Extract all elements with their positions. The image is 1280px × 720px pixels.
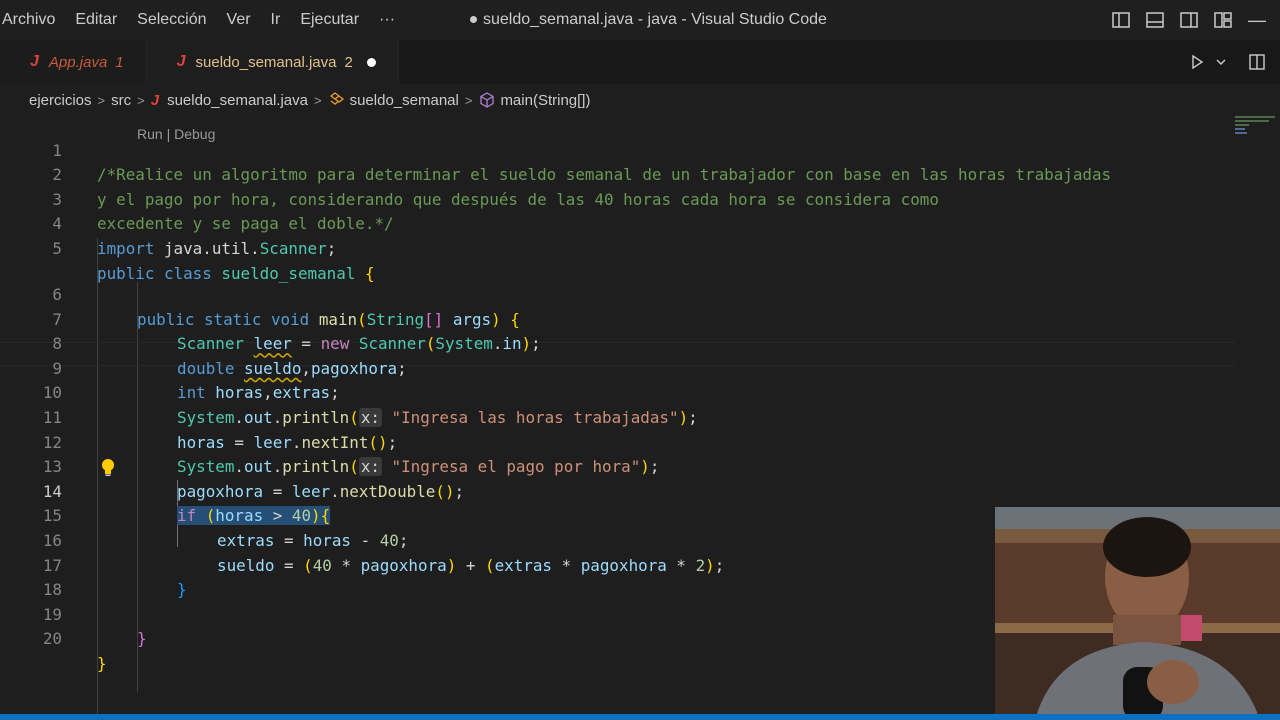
menu-ejecutar[interactable]: Ejecutar xyxy=(290,0,369,40)
code-line: 15 extras = horas - 40; xyxy=(0,480,1240,550)
minimap[interactable] xyxy=(1235,114,1280,144)
unsaved-dot-icon xyxy=(470,16,477,24)
problem-count: 2 xyxy=(344,53,353,71)
status-bar xyxy=(0,714,1280,720)
code-line: 8 double sueldo,pagoxhora; xyxy=(0,308,1240,378)
java-file-icon: J xyxy=(150,91,160,109)
code-line: 4 import java.util.Scanner; xyxy=(0,188,1240,258)
tab-app-java[interactable]: J App.java 1 xyxy=(0,40,147,84)
window-title: sueldo_semanal.java - java - Visual Stud… xyxy=(470,0,827,40)
window-title-text: sueldo_semanal.java - java - Visual Stud… xyxy=(483,11,827,28)
unsaved-changes-icon[interactable] xyxy=(366,57,376,67)
tab-label: App.java xyxy=(48,53,108,71)
code-line: 10 System.out.println(x: "Ingresa las ho… xyxy=(0,357,1240,428)
java-file-icon: J xyxy=(30,53,39,70)
toggle-panel-icon[interactable] xyxy=(1144,9,1166,31)
breadcrumb-file-label: sueldo_semanal.java xyxy=(167,91,308,109)
code-line: 12 System.out.println(x: "Ingresa el pag… xyxy=(0,406,1240,477)
breadcrumb-class-label: sueldo_semanal xyxy=(349,91,459,109)
split-editor-icon[interactable] xyxy=(1244,49,1270,75)
breadcrumb-folder-ejercicios[interactable]: ejercicios xyxy=(29,92,92,109)
codelens-run-debug[interactable]: Run | Debug xyxy=(137,124,215,144)
menu-ver[interactable]: Ver xyxy=(217,0,261,40)
problem-count: 1 xyxy=(115,53,124,71)
breadcrumb-class[interactable]: sueldo_semanal xyxy=(328,92,459,109)
lightbulb-icon[interactable] xyxy=(99,457,117,477)
line-number: 20 xyxy=(42,629,62,649)
breadcrumb: ejercicios > src > J sueldo_semanal.java… xyxy=(0,86,590,114)
chevron-right-icon: > xyxy=(314,92,322,108)
toggle-primary-sidebar-icon[interactable] xyxy=(1110,9,1132,31)
webcam-video-overlay xyxy=(995,507,1280,720)
code-line: 9 int horas,extras; xyxy=(0,332,1240,403)
chevron-right-icon: > xyxy=(137,92,145,108)
tab-label: sueldo_semanal.java xyxy=(195,53,337,71)
run-icon[interactable] xyxy=(1184,49,1210,75)
code-line: 6 public static void main(String[] args)… xyxy=(0,259,1240,329)
code-line: 5 public class sueldo_semanal { xyxy=(0,212,1240,283)
chevron-right-icon: > xyxy=(97,92,106,108)
menu-seleccion[interactable]: Selección xyxy=(127,0,216,40)
code-line-current: 14 if (horas > 40){ xyxy=(0,455,1240,526)
breadcrumb-folder-src[interactable]: src xyxy=(111,92,131,109)
minimize-button[interactable]: — xyxy=(1234,0,1280,40)
menu-archivo[interactable]: Archivo xyxy=(0,0,65,40)
breadcrumb-file[interactable]: J sueldo_semanal.java xyxy=(151,92,308,109)
toggle-secondary-sidebar-icon[interactable] xyxy=(1178,9,1200,31)
breadcrumb-method[interactable]: main(String[]) xyxy=(478,91,590,109)
menu-more[interactable]: ··· xyxy=(369,0,405,40)
line-content: } xyxy=(97,654,107,674)
menu-ir[interactable]: Ir xyxy=(261,0,291,40)
tab-sueldo-semanal-java[interactable]: J sueldo_semanal.java 2 xyxy=(146,40,399,84)
class-symbol-icon xyxy=(328,92,346,108)
chevron-right-icon: > xyxy=(464,92,473,108)
chevron-down-icon[interactable] xyxy=(1208,49,1234,75)
title-bar: Archivo Editar Selección Ver Ir Ejecutar… xyxy=(0,0,1280,40)
customize-layout-icon[interactable] xyxy=(1212,9,1234,31)
code-line: 3 excedente y se paga el doble.*/ xyxy=(0,163,1240,234)
breadcrumb-method-label: main(String[]) xyxy=(500,91,591,109)
method-symbol-icon xyxy=(478,91,496,109)
code-line: 13 pagoxhora = leer.nextDouble(); xyxy=(0,431,1240,501)
code-line: 7 Scanner leer = new Scanner(System.in); xyxy=(0,283,1240,354)
code-line: 11 horas = leer.nextInt(); xyxy=(0,382,1240,452)
tab-bar: J App.java 1 J sueldo_semanal.java 2 xyxy=(0,40,1280,84)
java-file-icon: J xyxy=(176,53,186,70)
line-content: } xyxy=(137,629,147,649)
menu-editar[interactable]: Editar xyxy=(65,0,127,40)
